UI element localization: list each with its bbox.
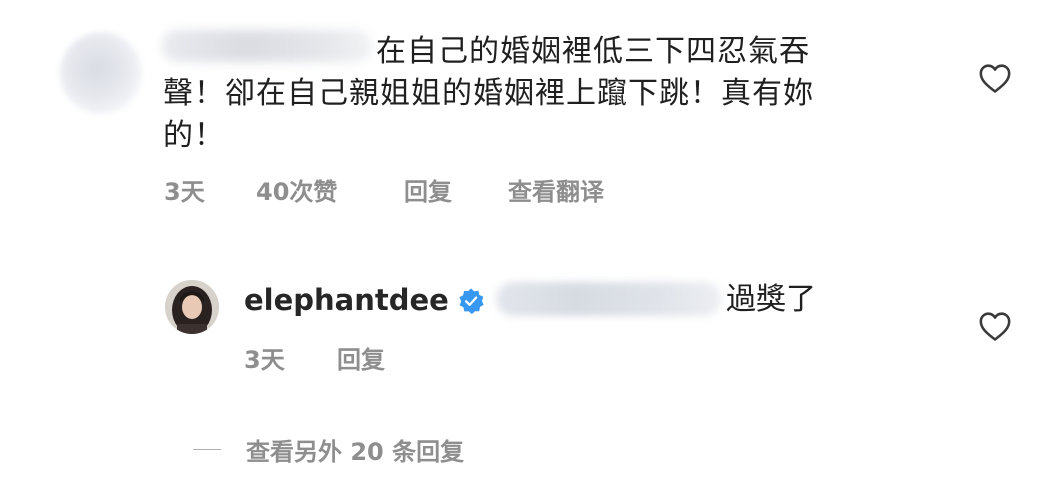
reply-meta-row: 3天 回复 [244, 340, 385, 375]
view-more-replies-button[interactable]: 查看另外 20 条回复 [193, 432, 464, 467]
comment-text-line2: 聲！卻在自己親姐姐的婚姻裡上躥下跳！真有妳 [163, 76, 814, 111]
comment-like-count[interactable]: 40次赞 [256, 172, 404, 207]
comment-timestamp: 3天 [164, 178, 205, 206]
view-more-replies-label: 查看另外 20 条回复 [246, 438, 465, 466]
heart-icon[interactable] [978, 62, 1012, 94]
commenter-avatar-blurred[interactable] [60, 32, 142, 114]
comment-body: 在自己的婚姻裡低三下四忍氣吞 聲！卻在自己親姐姐的婚姻裡上躥下跳！真有妳 的！ [163, 31, 943, 157]
comment-text-line3: 的！ [163, 118, 225, 153]
reply-mention-blurred[interactable] [496, 282, 721, 316]
reply-username[interactable]: elephantdee [244, 280, 449, 320]
comments-section: 在自己的婚姻裡低三下四忍氣吞 聲！卻在自己親姐姐的婚姻裡上躥下跳！真有妳 的！ … [0, 0, 1057, 493]
reply-timestamp: 3天 [244, 346, 285, 374]
comment-text-line1: 在自己的婚姻裡低三下四忍氣吞 [376, 34, 810, 69]
divider-line [193, 449, 221, 450]
reply-avatar[interactable] [165, 280, 219, 334]
comment-reply-button[interactable]: 回复 [404, 172, 508, 207]
reply-body: 過獎了 [726, 282, 816, 317]
avatar-photo-icon [165, 280, 219, 334]
heart-icon[interactable] [978, 310, 1012, 342]
reply-reply-button[interactable]: 回复 [337, 340, 385, 375]
verified-badge-icon [459, 288, 484, 315]
comment-meta-row: 3天 40次赞 回复 查看翻译 [164, 172, 604, 207]
comment-translate-button[interactable]: 查看翻译 [508, 172, 604, 207]
